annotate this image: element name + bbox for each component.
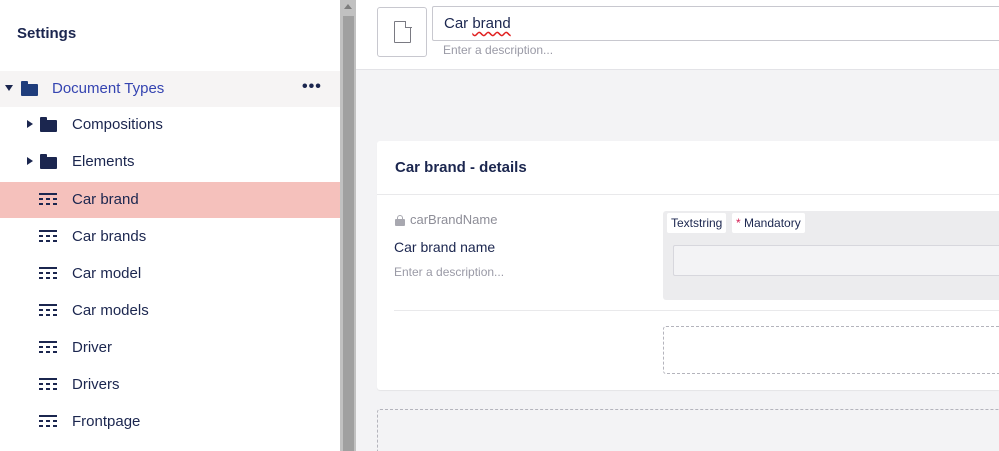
group-card: Car brand - details carBrandName Car bra… xyxy=(377,141,999,390)
caret-right-icon[interactable] xyxy=(27,120,33,128)
tree-item-car-brand[interactable]: Car brand xyxy=(0,182,340,218)
more-actions-icon[interactable]: ••• xyxy=(302,79,322,95)
tree-root-label[interactable]: Document Types xyxy=(52,80,164,97)
tree-item-drivers[interactable]: Drivers xyxy=(0,367,340,403)
mandatory-badge: * Mandatory xyxy=(732,213,805,233)
tree-item-label[interactable]: Driver xyxy=(72,339,112,356)
tree-item-label[interactable]: Car models xyxy=(72,302,149,319)
document-type-icon xyxy=(39,378,57,392)
add-group-button[interactable] xyxy=(377,409,999,451)
document-type-icon xyxy=(39,304,57,318)
add-property-button[interactable] xyxy=(663,326,999,374)
tree-item-car-model[interactable]: Car model xyxy=(0,256,340,292)
description-input[interactable]: Enter a description... xyxy=(443,43,553,57)
caret-down-icon[interactable] xyxy=(5,85,13,91)
caret-right-icon[interactable] xyxy=(27,157,33,165)
document-type-icon xyxy=(39,267,57,281)
divider xyxy=(394,310,999,311)
property-editor-preview[interactable]: Textstring * Mandatory xyxy=(663,211,999,300)
document-type-name-input[interactable] xyxy=(432,6,999,41)
tree-item-elements[interactable]: Elements xyxy=(0,144,340,180)
tree-item-label[interactable]: Car brands xyxy=(72,228,146,245)
tree-item-label[interactable]: Compositions xyxy=(72,116,163,133)
scroll-up-arrow-icon[interactable] xyxy=(344,4,352,9)
document-type-icon xyxy=(39,193,57,207)
scrollbar-thumb[interactable] xyxy=(343,16,354,451)
property-description[interactable]: Enter a description... xyxy=(394,265,504,279)
editor-header: Car brand Enter a description... xyxy=(356,0,999,70)
name-prefix: Car xyxy=(444,15,473,32)
sidebar-title: Settings xyxy=(17,25,77,42)
lock-icon[interactable] xyxy=(395,215,405,226)
tree-root-document-types[interactable]: Document Types ••• xyxy=(0,71,340,107)
tree-item-car-brands[interactable]: Car brands xyxy=(0,219,340,255)
tree-item-label[interactable]: Elements xyxy=(72,153,135,170)
tree-item-label[interactable]: Car brand xyxy=(72,191,139,208)
tree-item-compositions[interactable]: Compositions xyxy=(0,107,340,143)
document-type-icon xyxy=(39,415,57,429)
mandatory-label: Mandatory xyxy=(744,216,801,230)
property-name[interactable]: Car brand name xyxy=(394,239,495,255)
sidebar: Settings Document Types ••• Compositions… xyxy=(0,0,340,451)
tree-item-frontpage[interactable]: Frontpage xyxy=(0,404,340,440)
folder-icon xyxy=(40,154,57,169)
document-type-name-value: Car brand xyxy=(444,15,511,32)
document-type-icon-picker[interactable] xyxy=(377,7,427,57)
tree-item-car-models[interactable]: Car models xyxy=(0,293,340,329)
file-icon xyxy=(394,20,412,43)
mandatory-star: * xyxy=(736,216,741,230)
document-type-icon xyxy=(39,341,57,355)
folder-icon xyxy=(21,81,38,96)
tree-item-driver[interactable]: Driver xyxy=(0,330,340,366)
tree-item-label[interactable]: Frontpage xyxy=(72,413,140,430)
folder-icon xyxy=(40,117,57,132)
divider xyxy=(377,194,999,195)
property-alias[interactable]: carBrandName xyxy=(410,212,497,227)
editor-type-badge: Textstring xyxy=(667,213,727,233)
tree-item-label[interactable]: Drivers xyxy=(72,376,120,393)
group-title[interactable]: Car brand - details xyxy=(395,159,527,176)
textstring-preview-input xyxy=(673,245,999,276)
name-misspelled-word: brand xyxy=(472,15,511,32)
document-type-icon xyxy=(39,230,57,244)
tree-item-label[interactable]: Car model xyxy=(72,265,141,282)
